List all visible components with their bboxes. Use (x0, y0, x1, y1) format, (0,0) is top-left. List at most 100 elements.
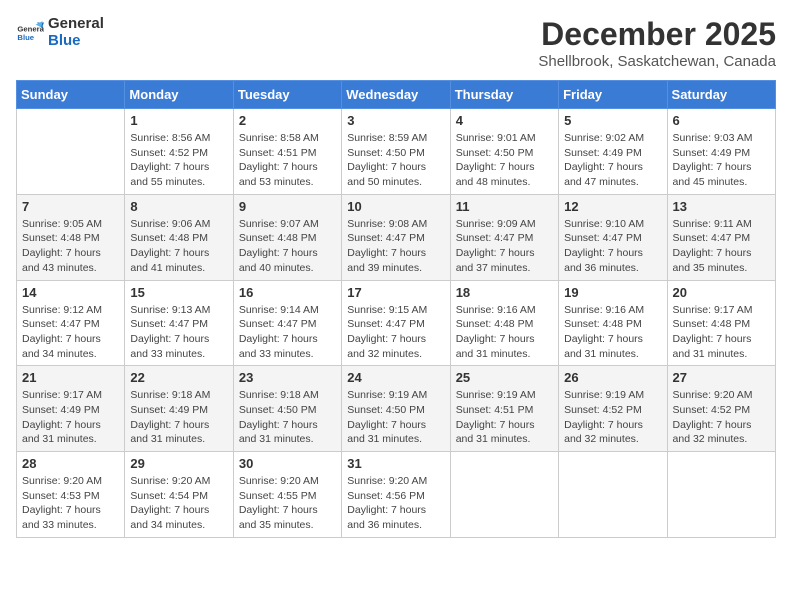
day-number: 6 (673, 113, 770, 128)
day-info: Sunrise: 9:20 AMSunset: 4:55 PMDaylight:… (239, 474, 336, 533)
calendar-cell: 7 Sunrise: 9:05 AMSunset: 4:48 PMDaylight… (17, 194, 125, 280)
calendar-cell: 26Sunrise: 9:19 AMSunset: 4:52 PMDayligh… (559, 366, 667, 452)
day-info: Sunrise: 9:15 AMSunset: 4:47 PMDaylight:… (347, 303, 444, 362)
calendar-cell: 8Sunrise: 9:06 AMSunset: 4:48 PMDaylight… (125, 194, 233, 280)
day-number: 30 (239, 456, 336, 471)
calendar-cell: 4 Sunrise: 9:01 AMSunset: 4:50 PMDaylight… (450, 109, 558, 195)
day-number: 20 (673, 285, 770, 300)
day-info: Sunrise: 9:18 AMSunset: 4:50 PMDaylight:… (239, 388, 336, 447)
day-info: Sunrise: 9:06 AMSunset: 4:48 PMDaylight:… (130, 217, 227, 276)
calendar-cell (17, 109, 125, 195)
day-number: 24 (347, 370, 444, 385)
day-info: Sunrise: 9:20 AMSunset: 4:56 PMDaylight:… (347, 474, 444, 533)
calendar-cell (450, 452, 558, 538)
day-info: Sunrise: 9:09 AMSunset: 4:47 PMDaylight:… (456, 217, 553, 276)
calendar-week-row: 7 Sunrise: 9:05 AMSunset: 4:48 PMDaylight… (17, 194, 776, 280)
calendar-week-row: 14 Sunrise: 9:12 AMSunset: 4:47 PMDayligh… (17, 280, 776, 366)
day-info: Sunrise: 9:11 AMSunset: 4:47 PMDaylight:… (673, 217, 770, 276)
day-number: 2 (239, 113, 336, 128)
calendar-week-row: 28 Sunrise: 9:20 AMSunset: 4:53 PMDayligh… (17, 452, 776, 538)
day-number: 29 (130, 456, 227, 471)
day-info: Sunrise: 9:08 AMSunset: 4:47 PMDaylight:… (347, 217, 444, 276)
calendar-cell: 27Sunrise: 9:20 AMSunset: 4:52 PMDayligh… (667, 366, 775, 452)
day-number: 7 (22, 199, 119, 214)
calendar-cell: 13Sunrise: 9:11 AMSunset: 4:47 PMDayligh… (667, 194, 775, 280)
day-number: 9 (239, 199, 336, 214)
day-number: 19 (564, 285, 661, 300)
day-number: 16 (239, 285, 336, 300)
title-block: December 2025 Shellbrook, Saskatchewan, … (538, 16, 776, 70)
calendar-cell: 2 Sunrise: 8:58 AMSunset: 4:51 PMDaylight… (233, 109, 341, 195)
day-info: Sunrise: 8:56 AMSunset: 4:52 PMDaylight:… (130, 131, 227, 190)
calendar-table: SundayMondayTuesdayWednesdayThursdayFrid… (16, 80, 776, 538)
weekday-header-thursday: Thursday (450, 81, 558, 109)
day-info: Sunrise: 9:10 AMSunset: 4:47 PMDaylight:… (564, 217, 661, 276)
day-info: Sunrise: 9:16 AMSunset: 4:48 PMDaylight:… (564, 303, 661, 362)
day-number: 4 (456, 113, 553, 128)
calendar-cell: 21Sunrise: 9:17 AMSunset: 4:49 PMDayligh… (17, 366, 125, 452)
day-number: 1 (130, 113, 227, 128)
month-title: December 2025 (538, 16, 776, 53)
calendar-cell: 19 Sunrise: 9:16 AMSunset: 4:48 PMDayligh… (559, 280, 667, 366)
day-number: 23 (239, 370, 336, 385)
day-info: Sunrise: 9:17 AMSunset: 4:48 PMDaylight:… (673, 303, 770, 362)
page-header: General Blue General Blue December 2025 … (16, 16, 776, 70)
calendar-cell: 9 Sunrise: 9:07 AMSunset: 4:48 PMDaylight… (233, 194, 341, 280)
calendar-cell: 28 Sunrise: 9:20 AMSunset: 4:53 PMDayligh… (17, 452, 125, 538)
day-info: Sunrise: 9:16 AMSunset: 4:48 PMDaylight:… (456, 303, 553, 362)
day-info: Sunrise: 9:05 AMSunset: 4:48 PMDaylight:… (22, 217, 119, 276)
day-number: 28 (22, 456, 119, 471)
day-number: 10 (347, 199, 444, 214)
day-info: Sunrise: 9:19 AMSunset: 4:51 PMDaylight:… (456, 388, 553, 447)
day-number: 21 (22, 370, 119, 385)
calendar-cell (559, 452, 667, 538)
calendar-cell: 30 Sunrise: 9:20 AMSunset: 4:55 PMDayligh… (233, 452, 341, 538)
svg-text:Blue: Blue (17, 33, 34, 42)
calendar-cell: 5 Sunrise: 9:02 AMSunset: 4:49 PMDaylight… (559, 109, 667, 195)
day-info: Sunrise: 8:58 AMSunset: 4:51 PMDaylight:… (239, 131, 336, 190)
day-info: Sunrise: 8:59 AMSunset: 4:50 PMDaylight:… (347, 131, 444, 190)
calendar-cell: 1 Sunrise: 8:56 AMSunset: 4:52 PMDaylight… (125, 109, 233, 195)
day-number: 26 (564, 370, 661, 385)
calendar-cell: 3 Sunrise: 8:59 AMSunset: 4:50 PMDaylight… (342, 109, 450, 195)
day-number: 31 (347, 456, 444, 471)
day-info: Sunrise: 9:14 AMSunset: 4:47 PMDaylight:… (239, 303, 336, 362)
day-number: 22 (130, 370, 227, 385)
calendar-cell: 17 Sunrise: 9:15 AMSunset: 4:47 PMDayligh… (342, 280, 450, 366)
logo: General Blue General Blue (16, 16, 104, 49)
day-number: 14 (22, 285, 119, 300)
calendar-cell: 25 Sunrise: 9:19 AMSunset: 4:51 PMDayligh… (450, 366, 558, 452)
day-info: Sunrise: 9:12 AMSunset: 4:47 PMDaylight:… (22, 303, 119, 362)
day-number: 25 (456, 370, 553, 385)
weekday-header-friday: Friday (559, 81, 667, 109)
day-number: 11 (456, 199, 553, 214)
weekday-header-tuesday: Tuesday (233, 81, 341, 109)
day-number: 5 (564, 113, 661, 128)
day-info: Sunrise: 9:07 AMSunset: 4:48 PMDaylight:… (239, 217, 336, 276)
calendar-week-row: 1 Sunrise: 8:56 AMSunset: 4:52 PMDaylight… (17, 109, 776, 195)
weekday-header-wednesday: Wednesday (342, 81, 450, 109)
weekday-header-sunday: Sunday (17, 81, 125, 109)
day-info: Sunrise: 9:02 AMSunset: 4:49 PMDaylight:… (564, 131, 661, 190)
day-info: Sunrise: 9:13 AMSunset: 4:47 PMDaylight:… (130, 303, 227, 362)
calendar-cell: 29 Sunrise: 9:20 AMSunset: 4:54 PMDayligh… (125, 452, 233, 538)
day-number: 15 (130, 285, 227, 300)
calendar-cell: 23 Sunrise: 9:18 AMSunset: 4:50 PMDayligh… (233, 366, 341, 452)
day-info: Sunrise: 9:20 AMSunset: 4:53 PMDaylight:… (22, 474, 119, 533)
day-info: Sunrise: 9:03 AMSunset: 4:49 PMDaylight:… (673, 131, 770, 190)
day-number: 3 (347, 113, 444, 128)
day-info: Sunrise: 9:01 AMSunset: 4:50 PMDaylight:… (456, 131, 553, 190)
calendar-cell: 14 Sunrise: 9:12 AMSunset: 4:47 PMDayligh… (17, 280, 125, 366)
day-number: 17 (347, 285, 444, 300)
weekday-header-monday: Monday (125, 81, 233, 109)
day-info: Sunrise: 9:20 AMSunset: 4:54 PMDaylight:… (130, 474, 227, 533)
location-subtitle: Shellbrook, Saskatchewan, Canada (538, 53, 776, 70)
calendar-cell: 20 Sunrise: 9:17 AMSunset: 4:48 PMDayligh… (667, 280, 775, 366)
calendar-cell: 12Sunrise: 9:10 AMSunset: 4:47 PMDayligh… (559, 194, 667, 280)
calendar-cell: 31 Sunrise: 9:20 AMSunset: 4:56 PMDayligh… (342, 452, 450, 538)
calendar-cell: 24Sunrise: 9:19 AMSunset: 4:50 PMDayligh… (342, 366, 450, 452)
calendar-cell: 18 Sunrise: 9:16 AMSunset: 4:48 PMDayligh… (450, 280, 558, 366)
calendar-cell (667, 452, 775, 538)
day-number: 18 (456, 285, 553, 300)
calendar-cell: 6 Sunrise: 9:03 AMSunset: 4:49 PMDaylight… (667, 109, 775, 195)
